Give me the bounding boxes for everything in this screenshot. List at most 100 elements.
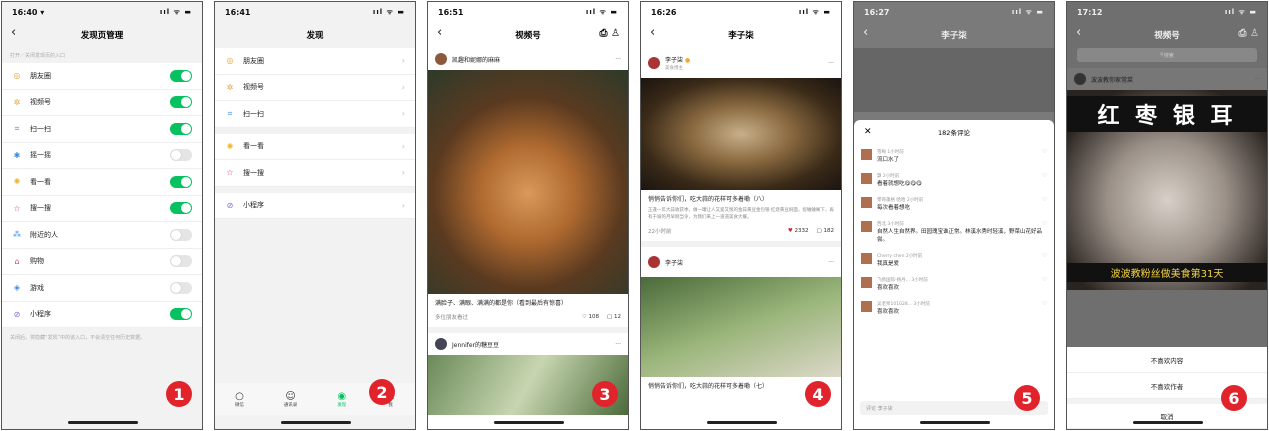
- camera-profile-icon[interactable]: ⎙ ♙: [1239, 28, 1259, 39]
- video-thumbnail[interactable]: [641, 78, 841, 190]
- comment-item: 飘 2小时前 看着就想吃😋😋😋 ♡: [854, 168, 1054, 192]
- more-icon[interactable]: ···: [1254, 76, 1260, 83]
- comment-button[interactable]: ▢ 12: [607, 314, 621, 320]
- settings-row: ⌗ 扫一扫: [2, 116, 202, 143]
- avatar[interactable]: [648, 256, 660, 268]
- camera-profile-icon[interactable]: ⎙ ♙: [600, 28, 620, 39]
- like-icon[interactable]: ♡: [1042, 197, 1047, 211]
- like-icon[interactable]: ♡: [1042, 149, 1047, 163]
- toggle-switch[interactable]: [170, 149, 192, 162]
- chevron-right-icon: ›: [401, 109, 405, 119]
- step-badge: 6: [1221, 385, 1247, 411]
- back-icon[interactable]: ‹: [1076, 25, 1081, 40]
- settings-row: ☆ 搜一搜: [2, 195, 202, 222]
- back-icon[interactable]: ‹: [11, 25, 16, 40]
- more-icon[interactable]: ···: [615, 56, 621, 63]
- avatar[interactable]: [861, 221, 872, 232]
- video-title-text: 红 枣 银 耳: [1067, 96, 1267, 132]
- sheet-option[interactable]: 不喜欢内容: [1067, 347, 1267, 373]
- post-header: 波波教你家常菜 ···: [1067, 68, 1267, 90]
- status-bar: 16:51 ııl ᯤ ▬: [438, 7, 618, 17]
- like-icon[interactable]: ♡: [1042, 301, 1047, 315]
- tab-item[interactable]: ☺ 通讯录: [284, 391, 298, 408]
- toggle-switch[interactable]: [170, 122, 192, 135]
- tab-icon: ☺: [285, 390, 296, 402]
- settings-row: ⁂ 附近的人: [2, 222, 202, 249]
- toggle-switch[interactable]: [170, 281, 192, 294]
- avatar[interactable]: [861, 253, 872, 264]
- step-badge: 3: [592, 381, 618, 407]
- video-thumbnail[interactable]: [641, 277, 841, 377]
- entry-label: 搜一搜: [243, 168, 264, 177]
- discover-item[interactable]: ✺ 看一看 ›: [215, 133, 415, 160]
- toggle-switch[interactable]: [170, 308, 192, 321]
- video-post[interactable]: 凯趣和妮娜的麻麻 ··· 满脸子、满眼、满满的都是你（看到最后有惊喜） 多位朋友看…: [428, 48, 628, 327]
- entry-icon: ✱: [13, 150, 21, 160]
- search-input[interactable]: ⚲ 搜索: [1077, 48, 1257, 62]
- comment-item: 飞扬国际-杨丹... 3小时前 喜欢喜欢 ♡: [854, 272, 1054, 296]
- avatar[interactable]: [861, 149, 872, 160]
- discover-item[interactable]: ◎ 朋友圈 ›: [215, 48, 415, 75]
- avatar[interactable]: [861, 277, 872, 288]
- author-name[interactable]: 波波教你家常菜: [1091, 75, 1133, 84]
- entry-label: 小程序: [243, 201, 264, 210]
- avatar[interactable]: [435, 338, 447, 350]
- close-icon[interactable]: ✕: [864, 127, 872, 137]
- like-icon[interactable]: ♡: [1042, 221, 1047, 243]
- like-icon[interactable]: ♡: [1042, 173, 1047, 187]
- toggle-switch[interactable]: [170, 228, 192, 241]
- comment-count: 182条评论: [938, 129, 970, 137]
- avatar[interactable]: [861, 173, 872, 184]
- back-icon[interactable]: ‹: [650, 25, 655, 40]
- video-post[interactable]: 李子柒 ··· 悄悄告诉你们，吃大蒜的花样可多着嘞（七）: [641, 247, 841, 394]
- discover-item[interactable]: ✲ 视频号 ›: [215, 74, 415, 101]
- post-time: 22小时前: [648, 229, 672, 235]
- discover-item[interactable]: ⌗ 扫一扫 ›: [215, 101, 415, 128]
- more-icon[interactable]: ···: [828, 60, 834, 67]
- step-badge: 5: [1014, 385, 1040, 411]
- settings-row: ⊘ 小程序: [2, 301, 202, 328]
- avatar[interactable]: [648, 57, 660, 69]
- back-icon[interactable]: ‹: [437, 25, 442, 40]
- author-name[interactable]: 李子柒: [665, 57, 683, 64]
- avatar[interactable]: [861, 301, 872, 312]
- toggle-list: ◎ 朋友圈 ✲ 视频号 ⌗ 扫一扫 ✱ 摇一摇 ✺ 看一看 ☆ 搜一搜 ⁂ 附近的人 ⌂ 购物 ◈ 游戏 ⊘ 小程序: [2, 63, 202, 328]
- like-button[interactable]: ♥ 2332: [788, 228, 809, 234]
- phone-discover: 16:41 ııl ᯤ ▬ 发现 ◎ 朋友圈 › ✲ 视频号 › ⌗ 扫一扫 › ✺ 看一看 › ☆ 搜一搜…: [214, 1, 416, 430]
- comment-body: 雪梅 1小时前 流口水了: [877, 149, 1042, 163]
- more-icon[interactable]: ···: [615, 341, 621, 348]
- author-name[interactable]: 凯趣和妮娜的麻麻: [452, 55, 500, 64]
- entry-label: 扫一扫: [30, 124, 51, 133]
- like-icon[interactable]: ♡: [1042, 253, 1047, 267]
- tab-item[interactable]: ○ 微信: [235, 391, 244, 408]
- page-title: 发现页管理: [80, 31, 124, 41]
- comment-button[interactable]: ▢ 182: [817, 228, 834, 234]
- entry-label: 视频号: [30, 98, 51, 107]
- tab-item[interactable]: ◉ 发现: [337, 391, 346, 408]
- video-thumbnail[interactable]: [428, 70, 628, 294]
- like-icon[interactable]: ♡: [1042, 277, 1047, 291]
- back-icon[interactable]: ‹: [863, 25, 868, 40]
- toggle-switch[interactable]: [170, 69, 192, 82]
- video-post[interactable]: 李子柒 ● 美食博主 ··· 悄悄告诉你们，吃大蒜的花样可多着嘞（八） 正逢一年大蒜…: [641, 48, 841, 241]
- toggle-switch[interactable]: [170, 202, 192, 215]
- avatar[interactable]: [1074, 73, 1086, 85]
- entry-icon: ◎: [13, 71, 21, 81]
- discover-item[interactable]: ☆ 搜一搜 ›: [215, 160, 415, 187]
- toggle-switch[interactable]: [170, 96, 192, 109]
- avatar[interactable]: [435, 53, 447, 65]
- toggle-switch[interactable]: [170, 255, 192, 268]
- video-thumbnail[interactable]: 红 枣 银 耳 波波教粉丝做美食第31天: [1067, 90, 1267, 290]
- entry-label: 朋友圈: [30, 71, 51, 80]
- like-button[interactable]: ♡ 108: [582, 314, 599, 320]
- page-title: 视频号: [1154, 31, 1180, 41]
- chevron-right-icon: ›: [401, 82, 405, 92]
- avatar[interactable]: [861, 197, 872, 208]
- tab-icon: ○: [235, 390, 244, 402]
- more-icon[interactable]: ···: [828, 259, 834, 266]
- author-name[interactable]: Jennifer的糖豆豆: [452, 340, 499, 349]
- toggle-switch[interactable]: [170, 175, 192, 188]
- author-name[interactable]: 李子柒: [665, 258, 683, 267]
- comment-text: 自然人生自然界。田园瑰宝谁正常。林溪水秀时轻溪，野菜山花好品尝。: [877, 229, 1043, 243]
- discover-item[interactable]: ⊘ 小程序 ›: [215, 192, 415, 219]
